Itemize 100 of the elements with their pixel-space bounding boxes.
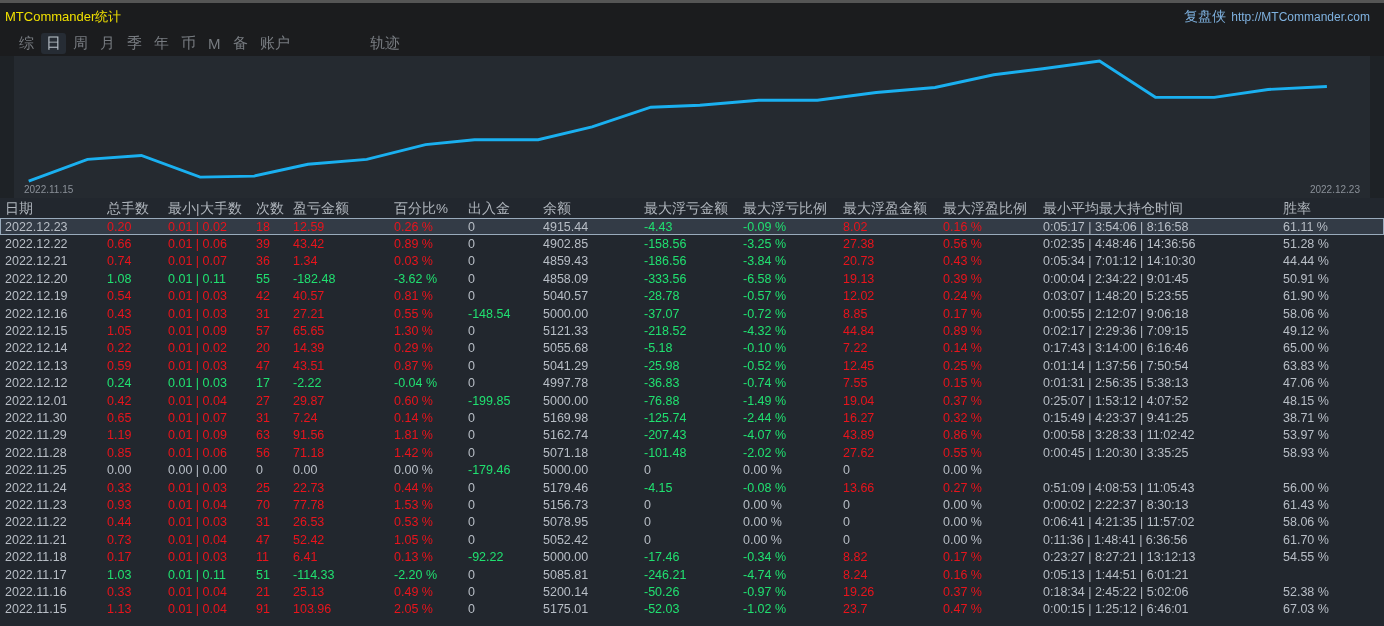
table-cell: 5078.95 (543, 515, 589, 530)
tab[interactable]: 日 (41, 32, 66, 54)
column-header[interactable]: 百分比% (394, 200, 468, 218)
column-header[interactable]: 余额 (543, 200, 644, 218)
table-row[interactable]: 2022.12.12 0.24 0.01 | 0.03 17 -2.22 -0.04 % 0 4997.78 -36.83 -0.74 % 7.55 0.15 % 0:01:31 | 2:56:35 | 5:38:13 47.06 % (0, 374, 1384, 392)
table-cell: 0 (843, 532, 850, 547)
table-row[interactable]: 2022.12.13 0.59 0.01 | 0.03 47 43.51 0.87 % 0 5041.29 -25.98 -0.52 % 12.45 0.25 % 0:01:14 | 1:37:56 | 7:50:54 63.83 % (0, 357, 1384, 375)
table-cell: 0.65 (107, 411, 132, 425)
table-row[interactable]: 2022.12.01 0.42 0.01 | 0.04 27 29.87 0.60 % -199.85 5000.00 -76.88 -1.49 % 19.04 0.37 % 0:25:07 | 1:53:12 | 4:07:52 48.15 % (0, 391, 1384, 410)
table-cell: 31 (256, 515, 270, 530)
table-cell: 0.00 % (943, 515, 982, 530)
table-cell: -218.52 (644, 324, 687, 339)
column-header[interactable]: 最大浮亏金额 (644, 200, 743, 218)
table-cell: 2022.11.24 (5, 480, 67, 495)
table-cell: 25 (256, 480, 270, 495)
table-cell: 0.01 | 0.03 (168, 306, 227, 321)
table-row[interactable]: 2022.11.25 0.00 0.00 | 0.00 0 0.00 0.00 % -179.46 5000.00 0 0.00 % 0 0.00 % (0, 461, 1384, 479)
table-row[interactable]: 2022.12.23 0.20 0.01 | 0.02 18 12.59 0.26 % 0 4915.44 -4.43 -0.09 % 8.02 0.16 % 0:05:17 | 3:54:06 | 8:16:58 61.11 % (0, 218, 1384, 236)
table-cell: -2.22 (293, 376, 322, 391)
table-cell: 5055.68 (543, 341, 589, 356)
table-row[interactable]: 2022.11.18 0.17 0.01 | 0.03 11 6.41 0.13 % -92.22 5000.00 -17.46 -0.34 % 8.82 0.17 % 0:23:27 | 8:27:21 | 13:12:13 54.55 % (0, 548, 1384, 566)
table-row[interactable]: 2022.11.15 1.13 0.01 | 0.04 91 103.96 2.05 % 0 5175.01 -52.03 -1.02 % 23.7 0.47 % 0:00:15 | 1:25:12 | 6:46:01 67.03 % (0, 600, 1384, 618)
tab[interactable]: 账户 (254, 32, 295, 54)
table-row[interactable]: 2022.12.16 0.43 0.01 | 0.03 31 27.21 0.55 % -148.54 5000.00 -37.07 -0.72 % 8.85 0.17 % 0:00:55 | 2:12:07 | 9:06:18 58.06 % (0, 304, 1384, 323)
table-row[interactable]: 2022.11.21 0.73 0.01 | 0.04 47 52.42 1.05 % 0 5052.42 0 0.00 % 0 0.00 % 0:11:36 | 1:48:41 | 6:36:56 61.70 % (0, 531, 1384, 549)
column-header[interactable]: 总手数 (107, 200, 168, 218)
table-cell: 0:05:34 | 7:01:12 | 14:10:30 (1043, 254, 1196, 269)
table-cell: 27 (256, 393, 270, 408)
table-cell: 6.41 (293, 550, 318, 565)
table-cell: 5000.00 (543, 550, 589, 565)
table-row[interactable]: 2022.12.20 1.08 0.01 | 0.11 55 -182.48 -3.62 % 0 4858.09 -333.56 -6.58 % 19.13 0.39 % 0:00:04 | 2:34:22 | 9:01:45 50.91 % (0, 270, 1384, 288)
table-cell: 0:00:04 | 2:34:22 | 9:01:45 (1043, 271, 1189, 286)
column-header[interactable]: 胜率 (1283, 200, 1373, 218)
table-cell: 42 (256, 289, 270, 304)
column-header[interactable]: 盈亏金额 (293, 200, 394, 218)
table-cell: 0:25:07 | 1:53:12 | 4:07:52 (1043, 393, 1189, 408)
table-cell: 31 (256, 306, 270, 321)
table-row[interactable]: 2022.11.22 0.44 0.01 | 0.03 31 26.53 0.53 % 0 5078.95 0 0.00 % 0 0.00 % 0:06:41 | 4:21:35 | 11:57:02 58.06 % (0, 513, 1384, 532)
table-cell: 0.42 (107, 393, 132, 408)
axis-label: 2022.11.15 (24, 184, 74, 195)
table-cell: 21 (256, 584, 270, 599)
table-cell: -0.57 % (743, 289, 787, 304)
column-header[interactable]: 日期 (5, 200, 107, 218)
table-cell: -50.26 (644, 584, 680, 599)
table-cell: -0.97 % (743, 584, 787, 599)
table-cell: 0.59 (107, 358, 132, 373)
tab[interactable]: 周 (68, 32, 93, 54)
table-cell: 2022.12.16 (5, 306, 68, 321)
table-row[interactable]: 2022.11.17 1.03 0.01 | 0.11 51 -114.33 -2.20 % 0 5085.81 -246.21 -4.74 % 8.24 0.16 % 0:05:13 | 1:44:51 | 6:01:21 (0, 565, 1384, 584)
table-cell: 0.01 | 0.02 (168, 219, 227, 234)
table-cell: 0.43 % (943, 254, 982, 269)
tab[interactable]: M (203, 33, 226, 53)
table-cell: 7.55 (843, 376, 868, 391)
table-cell: 0.60 % (394, 393, 433, 408)
table-row[interactable]: 2022.12.21 0.74 0.01 | 0.07 36 1.34 0.03 % 0 4859.43 -186.56 -3.84 % 20.73 0.43 % 0:05:34 | 7:01:12 | 14:10:30 44.44 % (0, 252, 1384, 271)
tab[interactable]: 综 (14, 32, 39, 54)
table-cell: 8.82 (843, 550, 868, 565)
tab[interactable]: 季 (122, 32, 147, 54)
table-cell: 19.13 (843, 271, 875, 286)
table-cell: 18 (256, 219, 270, 234)
table-row[interactable]: 2022.12.19 0.54 0.01 | 0.03 42 40.57 0.81 % 0 5040.57 -28.78 -0.57 % 12.02 0.24 % 0:03:07 | 1:48:20 | 5:23:55 61.90 % (0, 287, 1384, 305)
table-cell: 5000.00 (543, 393, 589, 408)
column-header[interactable]: 最大浮盈金额 (843, 200, 943, 218)
table-cell: 0.17 % (943, 306, 982, 321)
table-row[interactable]: 2022.11.16 0.33 0.01 | 0.04 21 25.13 0.49 % 0 5200.14 -50.26 -0.97 % 19.26 0.37 % 0:18:34 | 2:45:22 | 5:02:06 52.38 % (0, 583, 1384, 601)
tab[interactable]: 月 (95, 32, 120, 54)
table-cell: 5121.33 (543, 324, 589, 339)
table-cell: 0.01 | 0.07 (168, 254, 227, 269)
table-row[interactable]: 2022.11.29 1.19 0.01 | 0.09 63 91.56 1.81 % 0 5162.74 -207.43 -4.07 % 43.89 0.86 % 0:00:58 | 3:28:33 | 11:02:42 53.97 % (0, 426, 1384, 445)
table-cell: 56 (256, 445, 270, 460)
table-cell: 5000.00 (543, 306, 589, 321)
table-cell: 0:11:36 | 1:48:41 | 6:36:56 (1043, 532, 1188, 547)
table-cell: 4997.78 (543, 376, 589, 391)
table-cell: 0 (644, 497, 651, 512)
tab[interactable]: 年 (149, 32, 174, 54)
column-header[interactable]: 出入金 (468, 200, 543, 218)
table-row[interactable]: 2022.11.24 0.33 0.01 | 0.03 25 22.73 0.44 % 0 5179.46 -4.15 -0.08 % 13.66 0.27 % 0:51:09 | 4:08:53 | 11:05:43 56.00 % (0, 478, 1384, 497)
table-cell: 44.44 % (1283, 254, 1329, 269)
table-row[interactable]: 2022.11.28 0.85 0.01 | 0.06 56 71.18 1.42 % 0 5071.18 -101.48 -2.02 % 27.62 0.55 % 0:00:45 | 1:20:30 | 3:35:25 58.93 % (0, 444, 1384, 462)
table-row[interactable]: 2022.12.22 0.66 0.01 | 0.06 39 43.42 0.89 % 0 4902.85 -158.56 -3.25 % 27.38 0.56 % 0:02:35 | 4:48:46 | 14:36:56 51.28 % (0, 235, 1384, 253)
tab[interactable]: 币 (176, 32, 201, 54)
table-cell: 7.24 (293, 411, 318, 425)
table-row[interactable]: 2022.12.14 0.22 0.01 | 0.02 20 14.39 0.29 % 0 5055.68 -5.18 -0.10 % 7.22 0.14 % 0:17:43 | 3:14:00 | 6:16:46 65.00 % (0, 339, 1384, 358)
column-header[interactable]: 次数 (256, 200, 293, 218)
table-cell: 27.21 (293, 306, 325, 321)
table-cell: 1.19 (107, 428, 132, 443)
column-header[interactable]: 最大浮盈比例 (943, 200, 1043, 218)
table-cell: 0.89 % (394, 237, 433, 252)
column-header[interactable]: 最小平均最大持仓时间 (1043, 200, 1283, 218)
column-header[interactable]: 最大浮亏比例 (743, 200, 843, 218)
tab[interactable]: 轨迹 (364, 32, 405, 54)
table-cell: 0:17:43 | 3:14:00 | 6:16:46 (1043, 341, 1189, 356)
table-cell: 0.14 % (943, 341, 982, 356)
tab[interactable]: 备 (227, 32, 253, 54)
column-header[interactable]: 最小|大手数 (168, 200, 256, 218)
website-link[interactable]: http://MTCommander.com (1231, 9, 1370, 24)
table-cell: 0 (468, 254, 475, 269)
table-row[interactable]: 2022.12.15 1.05 0.01 | 0.09 57 65.65 1.30 % 0 5121.33 -218.52 -4.32 % 44.84 0.89 % 0:02:17 | 2:29:36 | 7:09:15 49.12 % (0, 322, 1384, 340)
table-row[interactable]: 2022.11.23 0.93 0.01 | 0.04 70 77.78 1.53 % 0 5156.73 0 0.00 % 0 0.00 % 0:00:02 | 2:22:37 | 8:30:13 61.43 % (0, 496, 1384, 514)
table-row[interactable]: 2022.11.30 0.65 0.01 | 0.07 31 7.24 0.14 % 0 5169.98 -125.74 -2.44 % 16.27 0.32 % 0:15:49 | 4:23:37 | 9:41:25 38.71 % (0, 409, 1384, 427)
